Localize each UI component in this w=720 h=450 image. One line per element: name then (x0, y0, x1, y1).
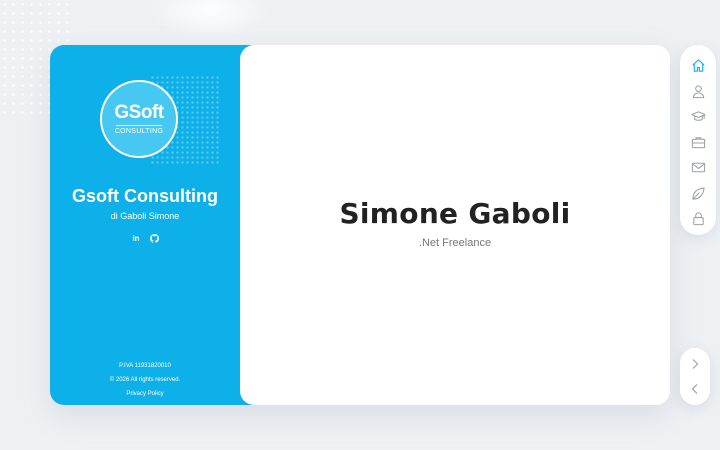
envelope-icon (691, 162, 705, 173)
chevron-left-icon (691, 383, 698, 394)
sidebar: GSoft CONSULTING Gsoft Consulting di Gab… (50, 45, 255, 405)
logo-sub-text: CONSULTING (114, 127, 164, 135)
main-panel: Simone Gaboli .Net Freelance (240, 45, 670, 405)
briefcase-icon (691, 137, 705, 148)
github-icon[interactable] (149, 233, 159, 243)
social-links: in (50, 233, 240, 243)
side-navigation (680, 45, 716, 235)
nav-home[interactable] (689, 57, 707, 75)
nav-contact[interactable] (689, 159, 707, 177)
vat-number: P.IVA 11931820010 (119, 363, 171, 369)
person-role: .Net Freelance (418, 237, 492, 249)
linkedin-icon[interactable]: in (131, 233, 141, 243)
logo-divider (116, 124, 162, 126)
previous-button[interactable] (688, 382, 702, 396)
person-name: Simone Gaboli (339, 197, 571, 230)
nav-private[interactable] (689, 210, 707, 228)
chevron-right-icon (692, 359, 699, 370)
lock-icon (692, 212, 704, 226)
nav-education[interactable] (689, 108, 707, 126)
logo-main-text: GSoft (114, 101, 164, 123)
graduation-cap-icon (690, 111, 706, 122)
home-icon (691, 59, 705, 73)
privacy-policy-link[interactable]: Privacy Policy (50, 391, 240, 397)
nav-about[interactable] (689, 82, 707, 100)
leaf-icon (691, 186, 705, 200)
company-logo: GSoft CONSULTING (100, 80, 178, 158)
nav-interests[interactable] (689, 184, 707, 202)
page-arrows (680, 348, 710, 405)
company-name: Gsoft Consulting (72, 186, 218, 206)
profile-card: GSoft CONSULTING Gsoft Consulting di Gab… (50, 45, 670, 405)
company-subtitle: di Gaboli Simone (110, 211, 180, 221)
user-icon (692, 85, 704, 98)
nav-experience[interactable] (689, 133, 707, 151)
background-glow (150, 0, 270, 40)
next-button[interactable] (688, 357, 702, 371)
copyright-text: © 2026 All rights reserved. (109, 377, 181, 383)
